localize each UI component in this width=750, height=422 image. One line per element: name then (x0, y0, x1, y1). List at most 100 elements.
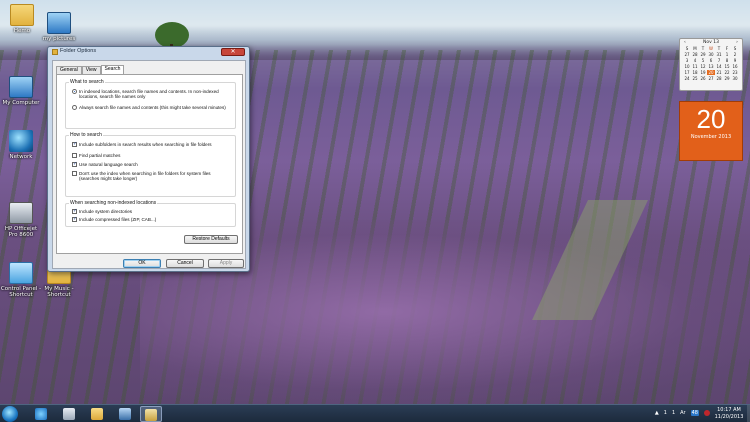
close-button[interactable]: ✕ (221, 48, 245, 56)
calendar-day[interactable]: 10 (683, 64, 691, 69)
calendar-day[interactable]: 6 (707, 58, 715, 63)
taskbar-libraries[interactable] (58, 406, 80, 422)
non-indexed-group: When searching non-indexed locations ✓ I… (65, 200, 236, 227)
desktop-icon-my-pictures[interactable]: my pictures (38, 12, 80, 42)
tray-show-hidden-icon[interactable]: ▲ (655, 410, 659, 416)
desktop-icon-hemo[interactable]: Hemo (1, 4, 43, 34)
checkbox-natural-language[interactable]: ✓ (72, 162, 77, 167)
calendar-day[interactable]: 18 (691, 70, 699, 75)
calendar-next-icon[interactable]: › (736, 40, 738, 45)
tray-language[interactable]: Ar (680, 410, 685, 416)
date-gadget-day: 20 (696, 104, 726, 134)
calendar-prev-icon[interactable]: ‹ (684, 40, 686, 45)
calendar-day[interactable]: 17 (683, 70, 691, 75)
taskbar: ▲ 1 1 Ar 48 10:17 AM 11/20/2013 (0, 404, 750, 422)
libraries-icon (63, 408, 75, 420)
calendar-day[interactable]: 5 (699, 58, 707, 63)
calendar-gadget[interactable]: ‹ Nov 13 › S M T W T F S 27 28 29 30 31 1 2 3 4 5 6 7 8 9 10 1… (679, 38, 743, 91)
search-tab-panel: What to search In indexed locations, sea… (56, 74, 243, 254)
calendar-day[interactable]: 7 (715, 58, 723, 63)
tab-view[interactable]: View (81, 66, 101, 74)
option-system-directories[interactable]: ✓ Include system directories (72, 209, 232, 214)
calendar-day[interactable]: 4 (691, 58, 699, 63)
calendar-day[interactable]: 30 (731, 76, 739, 81)
tab-search[interactable]: Search (100, 65, 125, 74)
calendar-day[interactable]: 28 (691, 52, 699, 57)
calendar-day[interactable]: 30 (707, 52, 715, 57)
calendar-day[interactable]: 2 (731, 52, 739, 57)
calendar-day[interactable]: 19 (699, 70, 707, 75)
calendar-day[interactable]: 20 (707, 70, 715, 75)
restore-defaults-button[interactable]: Restore Defaults (184, 235, 238, 244)
date-gadget[interactable]: 20 November 2013 (679, 101, 743, 161)
control-panel-icon (9, 262, 33, 284)
folder-options-dialog: Folder Options ✕ General View Search Wha… (47, 46, 250, 272)
calendar-day[interactable]: 13 (707, 64, 715, 69)
what-to-search-option-indexed[interactable]: In indexed locations, search file names … (72, 89, 232, 99)
calendar-day[interactable]: 31 (715, 52, 723, 57)
cancel-button[interactable]: Cancel (166, 259, 204, 268)
internet-explorer-icon (35, 408, 47, 420)
calendar-day[interactable]: 28 (715, 76, 723, 81)
calendar-day[interactable]: 21 (715, 70, 723, 75)
calendar-day[interactable]: 27 (707, 76, 715, 81)
tray-security-icon[interactable] (704, 410, 710, 416)
calendar-day[interactable]: 25 (691, 76, 699, 81)
desktop-icon-control-panel[interactable]: Control Panel - Shortcut (0, 262, 42, 298)
calendar-day[interactable]: 12 (699, 64, 707, 69)
dialog-title: Folder Options (60, 48, 97, 54)
calendar-day[interactable]: 15 (723, 64, 731, 69)
option-dont-use-index[interactable]: Don't use the index when searching in fi… (72, 171, 232, 181)
tray-item-2[interactable]: 1 (672, 410, 675, 416)
network-icon (119, 408, 131, 420)
calendar-day[interactable]: 24 (683, 76, 691, 81)
taskbar-network[interactable] (114, 406, 136, 422)
desktop-icon-printer[interactable]: HP Officejet Pro 8600 (0, 202, 42, 238)
calendar-weekday: M (693, 46, 697, 51)
calendar-day[interactable]: 11 (691, 64, 699, 69)
dialog-titlebar[interactable]: Folder Options ✕ (48, 47, 249, 58)
calendar-day[interactable]: 29 (699, 52, 707, 57)
checkbox-partial-matches[interactable] (72, 153, 77, 158)
tray-badge[interactable]: 48 (690, 410, 699, 416)
checkbox-system-directories[interactable]: ✓ (72, 209, 77, 214)
calendar-day[interactable]: 1 (723, 52, 731, 57)
what-to-search-option-always[interactable]: Always search file names and contents (t… (72, 105, 232, 110)
checkbox-include-subfolders[interactable]: ✓ (72, 142, 77, 147)
option-natural-language[interactable]: ✓ Use natural language search (72, 162, 232, 167)
tray-item-1[interactable]: 1 (664, 410, 667, 416)
clock-date: 11/20/2013 (714, 414, 744, 420)
radio-indexed[interactable] (72, 89, 77, 94)
calendar-day[interactable]: 27 (683, 52, 691, 57)
apply-button[interactable]: Apply (208, 259, 244, 268)
tab-general[interactable]: General (56, 66, 82, 74)
calendar-day[interactable]: 16 (731, 64, 739, 69)
calendar-day[interactable]: 9 (731, 58, 739, 63)
option-partial-matches[interactable]: Find partial matches (72, 153, 232, 158)
radio-always[interactable] (72, 105, 77, 110)
taskbar-folder-options[interactable] (140, 406, 162, 422)
taskbar-clock[interactable]: 10:17 AM 11/20/2013 (712, 407, 746, 421)
non-indexed-label: When searching non-indexed locations (69, 200, 158, 206)
checkbox-compressed-files[interactable]: ✓ (72, 217, 77, 222)
dialog-client: General View Search What to search In in… (52, 60, 246, 269)
calendar-weekday: T (717, 46, 721, 51)
system-tray: ▲ 1 1 Ar 48 (655, 410, 710, 416)
start-button[interactable] (2, 406, 18, 422)
ok-button[interactable]: OK (123, 259, 161, 268)
calendar-day[interactable]: 26 (699, 76, 707, 81)
taskbar-folder[interactable] (86, 406, 108, 422)
calendar-day[interactable]: 14 (715, 64, 723, 69)
calendar-day[interactable]: 8 (723, 58, 731, 63)
calendar-day[interactable]: 29 (723, 76, 731, 81)
desktop-icon-my-computer[interactable]: My Computer (0, 76, 42, 106)
calendar-day[interactable]: 23 (731, 70, 739, 75)
checkbox-dont-use-index[interactable] (72, 171, 77, 176)
option-include-subfolders[interactable]: ✓ Include subfolders in search results w… (72, 142, 232, 147)
option-compressed-files[interactable]: ✓ Include compressed files (ZIP, CAB...) (72, 217, 232, 222)
calendar-month: Nov 13 (703, 40, 719, 45)
calendar-day[interactable]: 3 (683, 58, 691, 63)
taskbar-internet-explorer[interactable] (30, 406, 52, 422)
calendar-day[interactable]: 22 (723, 70, 731, 75)
desktop-icon-network[interactable]: Network (0, 130, 42, 160)
